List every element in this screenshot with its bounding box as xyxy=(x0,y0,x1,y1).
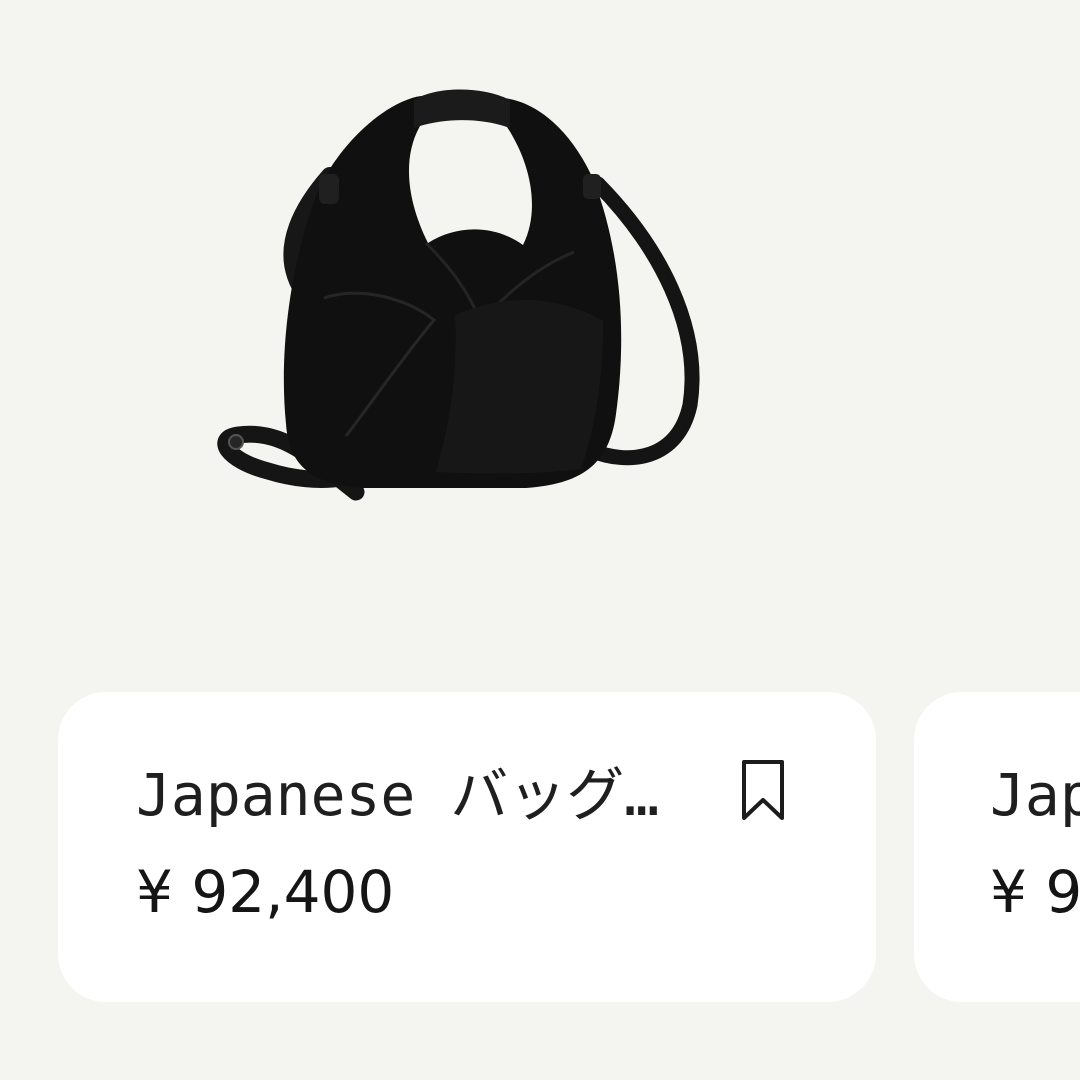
strap-buckle xyxy=(228,434,244,450)
next-product-price: ¥ 9 xyxy=(990,858,1080,926)
next-product-card[interactable]: Jap ¥ 9 xyxy=(914,692,1080,1002)
bookmark-button[interactable] xyxy=(734,756,792,826)
handle-opening xyxy=(408,120,532,245)
next-product-title[interactable]: Jap xyxy=(990,750,1080,840)
right-strap-tab xyxy=(583,174,601,199)
product-card[interactable]: Japanese バッグ… ¥ 92,400 xyxy=(58,692,876,1002)
product-screen: Japanese バッグ… ¥ 92,400 Jap ¥ 9 xyxy=(0,0,1080,1080)
bookmark-icon xyxy=(742,760,784,820)
left-strap-tab xyxy=(319,174,339,204)
panel-highlight xyxy=(436,299,604,474)
handbag-illustration xyxy=(217,89,700,501)
product-title[interactable]: Japanese バッグ… xyxy=(136,750,676,840)
product-image[interactable] xyxy=(0,0,1080,650)
product-price: ¥ 92,400 xyxy=(136,858,395,926)
